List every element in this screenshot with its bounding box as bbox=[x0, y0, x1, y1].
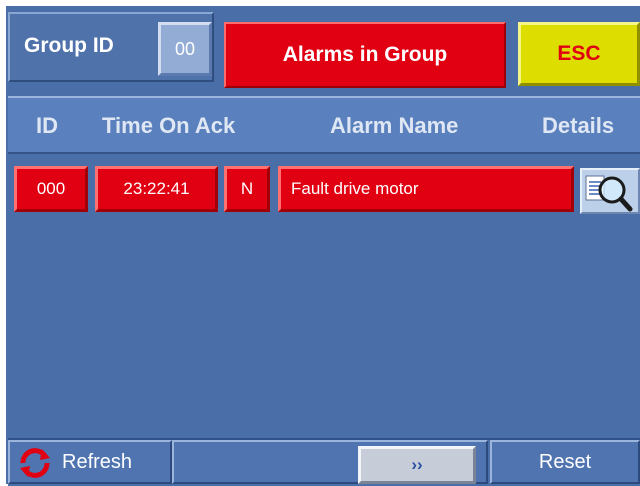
alarm-ack-cell: N bbox=[224, 166, 270, 212]
next-page-button[interactable]: ›› bbox=[358, 446, 476, 484]
details-button[interactable] bbox=[580, 168, 640, 214]
column-header-id: ID bbox=[36, 113, 58, 138]
refresh-label: Refresh bbox=[62, 451, 133, 473]
alarm-time-cell: 23:22:41 bbox=[95, 166, 218, 212]
esc-button[interactable]: ESC bbox=[518, 22, 640, 86]
column-header-time-on-ack: Time On Ack bbox=[102, 113, 236, 138]
column-header-alarm-name: Alarm Name bbox=[330, 113, 459, 138]
refresh-arrows-icon bbox=[20, 448, 50, 478]
group-id-label: Group ID bbox=[24, 34, 114, 57]
alarm-name-cell: Fault drive motor bbox=[278, 166, 574, 212]
alarm-id-cell: 000 bbox=[14, 166, 88, 212]
column-header-details: Details bbox=[542, 113, 615, 138]
page-title: Alarms in Group bbox=[224, 22, 506, 88]
reset-button[interactable]: Reset bbox=[490, 440, 640, 484]
column-header-row: ID Time On Ack Alarm Name Details bbox=[8, 96, 640, 154]
magnifier-document-icon bbox=[585, 175, 633, 212]
refresh-button[interactable]: Refresh bbox=[8, 440, 172, 484]
group-id-field[interactable]: 00 bbox=[158, 22, 212, 76]
